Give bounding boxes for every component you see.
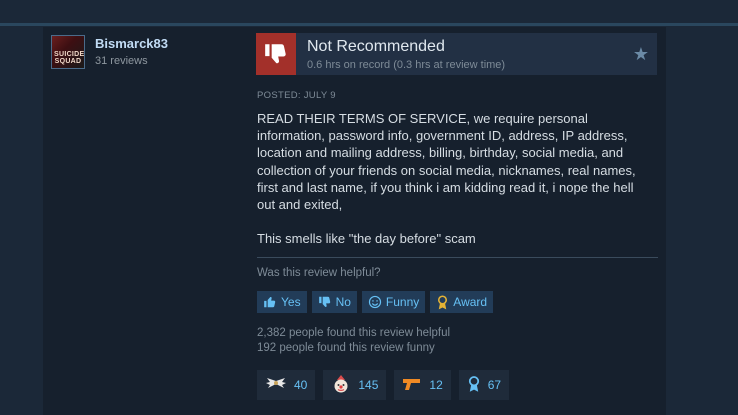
review-card: SUICIDE SQUAD Bismarck83 31 reviews Not …: [43, 27, 666, 415]
posted-date: POSTED: JULY 9: [257, 90, 336, 101]
award-ribbon-icon: [436, 294, 449, 310]
award-count: 40: [294, 378, 308, 392]
award-item[interactable]: 145: [323, 370, 387, 400]
divider: [257, 257, 658, 258]
smiley-icon: [368, 295, 382, 309]
playtime: 0.6 hrs on record (0.3 hrs at review tim…: [307, 59, 506, 71]
yes-button[interactable]: Yes: [257, 291, 307, 313]
thumbs-down-icon: [256, 33, 296, 75]
thumbs-up-icon: [263, 295, 277, 309]
award-count: 12: [429, 378, 443, 392]
wings-icon: [265, 377, 287, 394]
thumbs-down-icon: [318, 295, 332, 309]
helpful-count: 2,382 people found this review helpful: [257, 327, 451, 339]
star-icon[interactable]: ★: [633, 44, 649, 65]
avatar[interactable]: SUICIDE SQUAD: [51, 35, 85, 69]
review-count[interactable]: 31 reviews: [95, 55, 148, 67]
funny-button[interactable]: Funny: [361, 291, 426, 313]
clown-icon: [331, 374, 351, 397]
author-name[interactable]: Bismarck83: [95, 36, 168, 51]
award-item[interactable]: 67: [458, 370, 510, 400]
review-paragraph: READ THEIR TERMS OF SERVICE, we require …: [257, 111, 636, 213]
review-header: Not Recommended 0.6 hrs on record (0.3 h…: [256, 33, 657, 75]
award-button[interactable]: Award: [430, 291, 494, 313]
avatar-logo-text: SUICIDE SQUAD: [54, 51, 85, 65]
yes-label: Yes: [281, 295, 301, 309]
helpful-question: Was this review helpful?: [257, 267, 381, 279]
award-item[interactable]: 40: [257, 370, 316, 400]
funny-count: 192 people found this review funny: [257, 342, 435, 354]
vote-buttons: Yes No Funny Award: [257, 291, 494, 313]
no-button[interactable]: No: [311, 291, 357, 313]
review-body: READ THEIR TERMS OF SERVICE, we require …: [257, 110, 655, 247]
award-count: 145: [358, 378, 379, 392]
review-paragraph: This smells like "the day before" scam: [257, 231, 476, 247]
funny-label: Funny: [385, 295, 420, 309]
award-list: 40 145 12 67: [257, 370, 510, 400]
award-label: Award: [453, 295, 488, 309]
award-count: 67: [487, 378, 502, 392]
ribbon-icon: [467, 375, 481, 396]
top-divider: [0, 23, 738, 26]
verdict-title[interactable]: Not Recommended: [307, 38, 445, 56]
gun-icon: [402, 377, 422, 394]
award-item[interactable]: 12: [394, 370, 451, 400]
no-label: No: [335, 295, 351, 309]
